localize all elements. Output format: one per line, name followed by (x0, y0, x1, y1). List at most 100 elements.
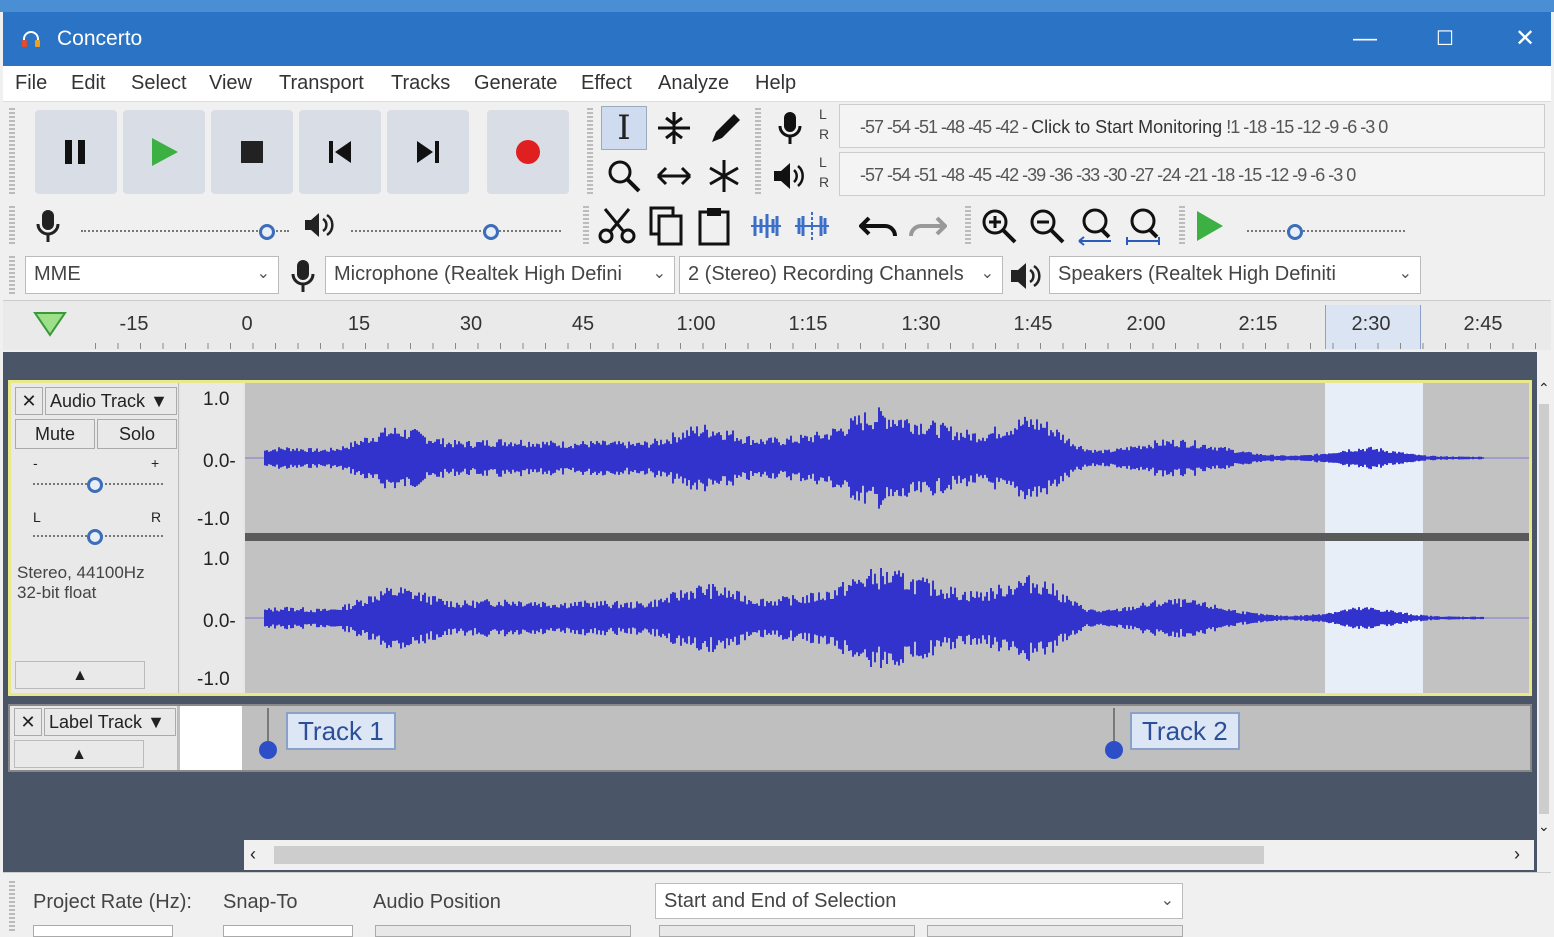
menu-analyze[interactable]: Analyze (658, 72, 729, 95)
play-head-icon[interactable] (33, 309, 67, 339)
playback-device-select[interactable]: Speakers (Realtek High Definiti ⌄ (1049, 256, 1421, 294)
fit-project-icon[interactable] (1123, 206, 1163, 246)
toolbar-grip[interactable] (965, 206, 971, 246)
label-marker-icon[interactable] (258, 708, 278, 768)
multi-tool[interactable] (701, 154, 747, 198)
selection-tool[interactable]: I (601, 106, 647, 150)
label-track-menu-button[interactable]: Label Track ▼ (44, 708, 176, 736)
envelope-tool[interactable] (651, 106, 697, 150)
ruler-minor-ticks (95, 343, 1545, 349)
ruler-tick: 0 (241, 313, 253, 335)
close-label-track-icon[interactable]: ✕ (14, 708, 42, 736)
playback-volume-slider[interactable] (351, 230, 561, 232)
minimize-button[interactable]: — (1325, 12, 1405, 66)
undo-icon[interactable] (859, 210, 899, 242)
pan-knob[interactable] (87, 529, 103, 545)
scroll-left-icon[interactable]: ‹ (250, 844, 256, 865)
gain-knob[interactable] (87, 477, 103, 493)
menu-effect[interactable]: Effect (581, 72, 632, 95)
vertical-scroll-thumb[interactable] (1539, 404, 1549, 814)
record-button[interactable] (487, 110, 569, 194)
selection-mode-select[interactable]: Start and End of Selection ⌄ (655, 883, 1183, 919)
audio-position-field[interactable] (375, 925, 631, 937)
snap-to-field[interactable] (223, 925, 353, 937)
zoom-tool[interactable] (601, 154, 647, 198)
menu-view[interactable]: View (209, 72, 252, 95)
menu-transport[interactable]: Transport (279, 72, 364, 95)
solo-button[interactable]: Solo (97, 419, 177, 449)
stop-button[interactable] (211, 110, 293, 194)
fit-selection-icon[interactable] (1075, 206, 1115, 246)
pan-right-label: R (151, 509, 162, 525)
label-track-1[interactable]: Track 1 (286, 712, 396, 750)
scroll-right-icon[interactable]: › (1514, 844, 1520, 865)
recording-channels-select[interactable]: 2 (Stereo) Recording Channels ⌄ (679, 256, 1003, 294)
track-menu-button[interactable]: Audio Track ▼ (45, 387, 177, 415)
toolbar-grip[interactable] (1179, 206, 1185, 246)
playback-meter[interactable]: -57 -54 -51 -48 -45 -42 -39 -36 -33 -30 … (839, 152, 1545, 196)
pause-button[interactable] (35, 110, 117, 194)
playback-meter-button[interactable] (767, 154, 813, 198)
vertical-scrollbar[interactable]: ⌃ ⌄ (1537, 380, 1551, 840)
record-meter-button[interactable] (767, 106, 813, 150)
selection-start-field[interactable] (659, 925, 915, 937)
mute-button[interactable]: Mute (15, 419, 95, 449)
toolbar-grip[interactable] (9, 881, 15, 931)
toolbar-grip[interactable] (587, 108, 593, 196)
scroll-up-icon[interactable]: ⌃ (1538, 380, 1550, 397)
recording-device-select[interactable]: Microphone (Realtek High Defini ⌄ (325, 256, 675, 294)
paste-icon[interactable] (695, 206, 735, 246)
play-speed-slider[interactable] (1247, 230, 1405, 232)
trim-audio-icon[interactable] (747, 210, 785, 242)
skip-to-start-button[interactable] (299, 110, 381, 194)
play-speed-knob[interactable] (1287, 224, 1303, 240)
horizontal-scrollbar[interactable]: ‹ › (244, 840, 1534, 870)
collapse-track-icon[interactable]: ▲ (15, 661, 145, 689)
audio-host-select[interactable]: MME ⌄ (25, 256, 279, 294)
menu-tracks[interactable]: Tracks (391, 72, 450, 95)
copy-icon[interactable] (647, 206, 687, 246)
label-marker-icon[interactable] (1104, 708, 1124, 768)
draw-tool[interactable] (701, 106, 747, 150)
time-shift-tool[interactable] (651, 154, 697, 198)
toolbar-grip[interactable] (583, 206, 589, 246)
playback-volume-knob[interactable] (483, 224, 499, 240)
timeline-ruler[interactable]: -15 0 15 30 45 1:00 1:15 1:30 1:45 2:00 … (3, 300, 1551, 350)
cut-icon[interactable] (597, 206, 637, 246)
waveform-view[interactable] (245, 383, 1529, 693)
toolbar-grip[interactable] (9, 256, 15, 296)
silence-audio-icon[interactable] (793, 210, 831, 242)
horizontal-scroll-thumb[interactable] (274, 846, 1264, 864)
toolbar-grip[interactable] (9, 206, 15, 246)
label-track-2[interactable]: Track 2 (1130, 712, 1240, 750)
ruler-tick: 15 (347, 313, 371, 335)
menu-select[interactable]: Select (131, 72, 187, 95)
close-track-icon[interactable]: ✕ (15, 387, 43, 415)
maximize-button[interactable]: ☐ (1405, 12, 1485, 66)
record-volume-slider[interactable] (81, 230, 289, 232)
close-window-button[interactable]: ✕ (1485, 12, 1554, 66)
scroll-down-icon[interactable]: ⌄ (1538, 818, 1550, 835)
project-rate-field[interactable] (33, 925, 173, 937)
play-button[interactable] (123, 110, 205, 194)
pause-icon (65, 140, 85, 164)
redo-icon[interactable] (907, 210, 947, 242)
play-at-speed-icon[interactable] (1193, 208, 1227, 244)
audio-track[interactable]: ✕ Audio Track ▼ Mute Solo - + L R Stereo… (8, 380, 1532, 696)
menu-edit[interactable]: Edit (71, 72, 105, 95)
selection-end-field[interactable] (927, 925, 1183, 937)
menu-generate[interactable]: Generate (474, 72, 557, 95)
toolbar-grip[interactable] (755, 108, 761, 196)
record-meter[interactable]: -57 -54 -51 -48 -45 -42 - Click to Start… (839, 104, 1545, 148)
zoom-out-icon[interactable] (1027, 206, 1067, 246)
meter-lr-labels: LR (819, 154, 830, 190)
zoom-in-icon[interactable] (979, 206, 1019, 246)
label-track[interactable]: ✕ Label Track ▼ ▲ Track 1 Track 2 (8, 704, 1532, 772)
label-track-spacer (180, 706, 242, 770)
menu-help[interactable]: Help (755, 72, 796, 95)
record-volume-knob[interactable] (259, 224, 275, 240)
menu-file[interactable]: File (15, 72, 47, 95)
skip-to-end-button[interactable] (387, 110, 469, 194)
toolbar-grip[interactable] (9, 108, 15, 196)
collapse-label-track-icon[interactable]: ▲ (14, 740, 144, 768)
